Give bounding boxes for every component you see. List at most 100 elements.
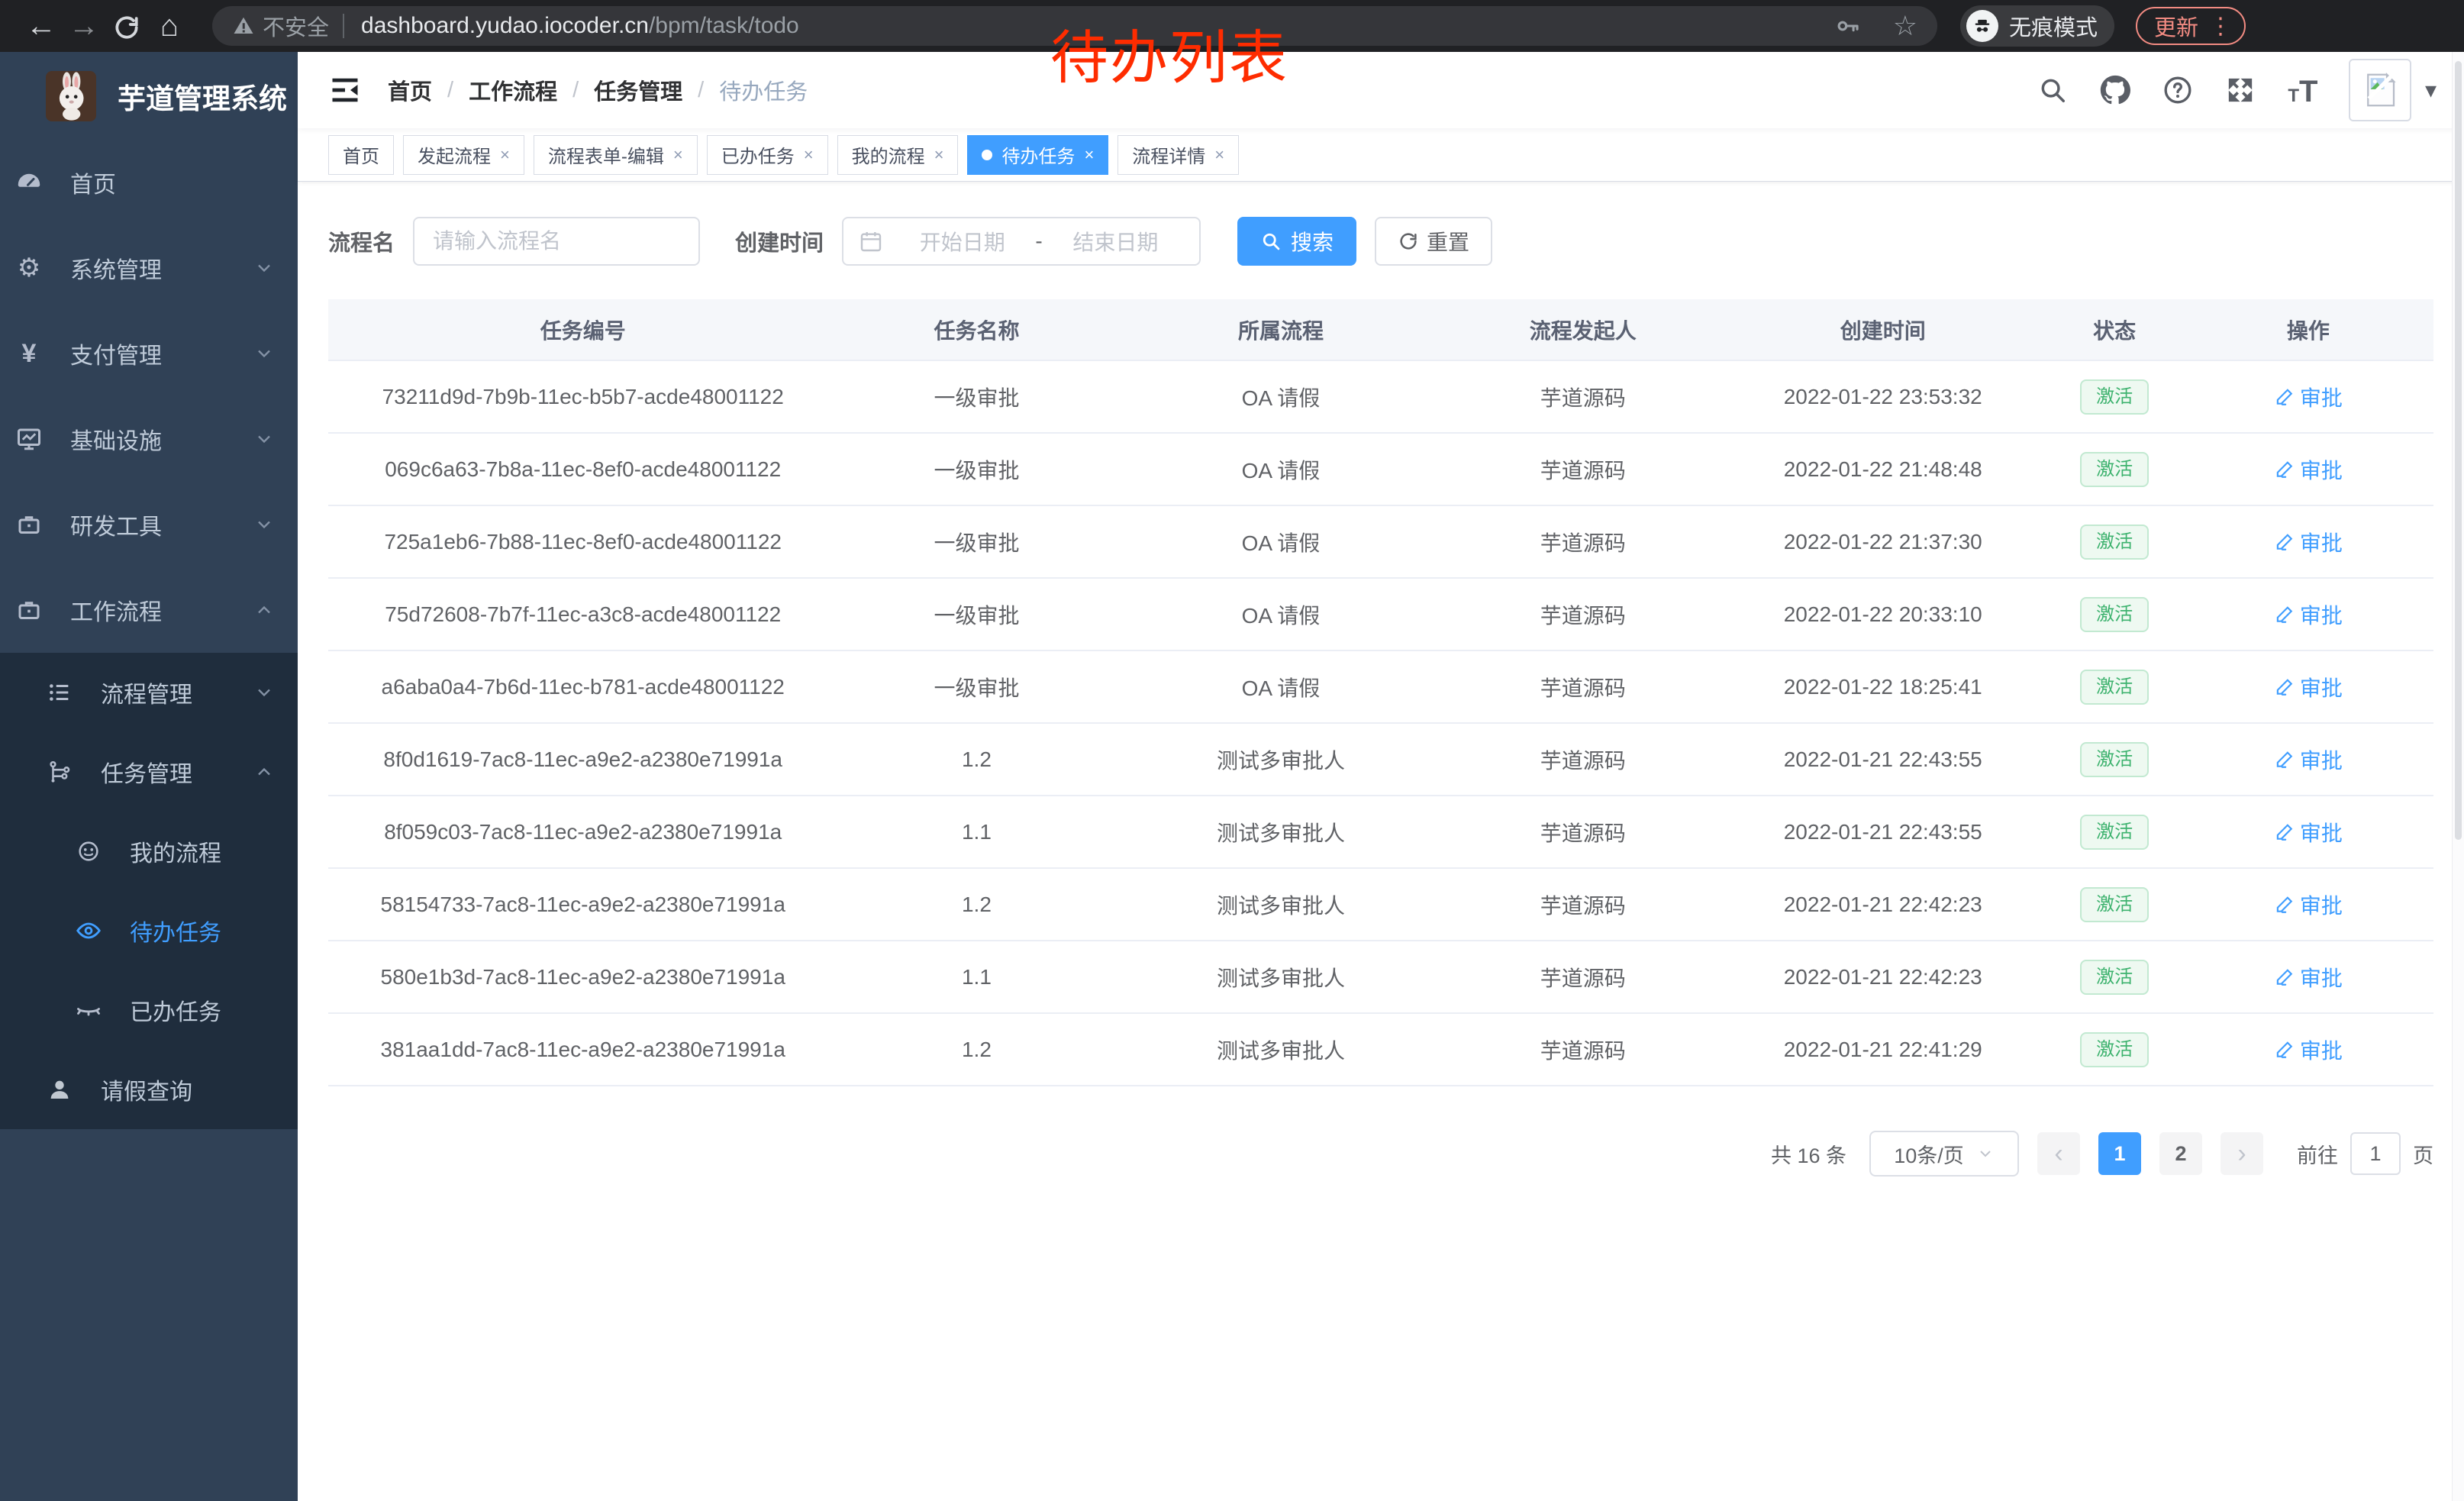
update-button[interactable]: 更新 ⋮ [2136, 7, 2246, 45]
breadcrumb-home[interactable]: 首页 [388, 74, 432, 106]
page-button-1[interactable]: 1 [2098, 1132, 2141, 1175]
cell-task-id: 58154733-7ac8-11ec-a9e2-a2380e71991a [328, 868, 837, 941]
avatar[interactable] [2349, 59, 2411, 121]
process-name-input[interactable] [413, 217, 700, 266]
page-content: 流程名 创建时间 开始日期 - 结束日期 搜索 重置 [298, 182, 2464, 1177]
cell-status: 激活 [2046, 1013, 2182, 1086]
tab-process-detail[interactable]: 流程详情× [1118, 135, 1239, 175]
cell-process: 测试多审批人 [1115, 723, 1446, 796]
sidebar-item-done-tasks[interactable]: 已办任务 [0, 970, 298, 1050]
sidebar-item-my-process[interactable]: 我的流程 [0, 812, 298, 891]
approve-link[interactable]: 审批 [2274, 454, 2343, 485]
sidebar-item-workflow[interactable]: 工作流程 [0, 567, 298, 653]
reset-button[interactable]: 重置 [1375, 217, 1492, 266]
process-name-label: 流程名 [328, 225, 395, 257]
close-icon[interactable]: × [500, 147, 510, 163]
tab-todo-tasks[interactable]: 待办任务× [967, 135, 1108, 175]
start-date-placeholder[interactable]: 开始日期 [894, 226, 1030, 257]
help-icon[interactable] [2162, 75, 2193, 105]
search-button[interactable]: 搜索 [1237, 217, 1356, 266]
fullscreen-icon[interactable] [2225, 75, 2256, 105]
cell-starter: 芋道源码 [1446, 578, 1720, 650]
search-icon [1260, 231, 1282, 252]
approve-link[interactable]: 审批 [2274, 889, 2343, 920]
bookmark-star-icon[interactable]: ☆ [1893, 10, 1917, 42]
close-icon[interactable]: × [1214, 147, 1224, 163]
key-icon[interactable] [1835, 13, 1861, 39]
cell-process: 测试多审批人 [1115, 941, 1446, 1013]
approve-link[interactable]: 审批 [2274, 382, 2343, 412]
yen-icon: ¥ [15, 340, 43, 367]
chevron-down-icon [253, 343, 275, 364]
forward-icon[interactable]: → [63, 9, 105, 44]
prev-page-button[interactable]: ‹ [2037, 1132, 2080, 1175]
page-size-select[interactable]: 10条/页 [1869, 1131, 2019, 1177]
cell-task-name: 一级审批 [837, 505, 1115, 578]
home-icon[interactable]: ⌂ [148, 9, 191, 44]
date-range-picker[interactable]: 开始日期 - 结束日期 [842, 217, 1201, 266]
next-page-button[interactable]: › [2221, 1132, 2263, 1175]
broken-image-icon [2359, 69, 2401, 111]
sidebar-item-system[interactable]: ⚙ 系统管理 [0, 225, 298, 311]
back-icon[interactable]: ← [20, 9, 63, 44]
reload-icon[interactable] [105, 10, 148, 42]
table-row: 725a1eb6-7b88-11ec-8ef0-acde48001122 一级审… [328, 505, 2433, 578]
approve-link[interactable]: 审批 [2274, 1035, 2343, 1065]
incognito-icon [1966, 10, 1998, 42]
avatar-caret-icon[interactable]: ▾ [2425, 77, 2437, 104]
approve-link[interactable]: 审批 [2274, 744, 2343, 775]
sidebar-item-devtools[interactable]: 研发工具 [0, 482, 298, 567]
tab-home[interactable]: 首页 [328, 135, 394, 175]
page-button-2[interactable]: 2 [2159, 1132, 2202, 1175]
chevron-down-icon [1976, 1144, 1995, 1163]
tab-done-tasks[interactable]: 已办任务× [707, 135, 828, 175]
breadcrumb-workflow[interactable]: 工作流程 [469, 74, 557, 106]
close-icon[interactable]: × [1084, 147, 1094, 163]
sidebar-item-infra[interactable]: 基础设施 [0, 396, 298, 482]
page-scrollbar[interactable] [2452, 52, 2464, 1501]
cell-create-time: 2022-01-22 18:25:41 [1720, 650, 2046, 723]
goto-page-input[interactable] [2350, 1132, 2401, 1175]
close-icon[interactable]: × [804, 147, 814, 163]
tab-my-process[interactable]: 我的流程× [837, 135, 959, 175]
tab-start-process[interactable]: 发起流程× [403, 135, 524, 175]
end-date-placeholder[interactable]: 结束日期 [1047, 226, 1184, 257]
approve-link[interactable]: 审批 [2274, 599, 2343, 630]
close-icon[interactable]: × [934, 147, 944, 163]
filter-form: 流程名 创建时间 开始日期 - 结束日期 搜索 重置 [328, 217, 2433, 266]
cell-task-name: 1.2 [837, 1013, 1115, 1086]
approve-link[interactable]: 审批 [2274, 817, 2343, 847]
col-actions: 操作 [2183, 299, 2433, 360]
url-path: /bpm/task/todo [649, 13, 799, 39]
approve-link[interactable]: 审批 [2274, 962, 2343, 993]
sidebar-collapse-icon[interactable] [328, 73, 362, 107]
cell-create-time: 2022-01-22 21:48:48 [1720, 433, 2046, 505]
table-row: 75d72608-7b7f-11ec-a3c8-acde48001122 一级审… [328, 578, 2433, 650]
app-title: 芋道管理系统 [118, 76, 287, 117]
table-row: 8f059c03-7ac8-11ec-a9e2-a2380e71991a 1.1… [328, 796, 2433, 868]
pen-icon [2274, 967, 2294, 987]
close-icon[interactable]: × [673, 147, 683, 163]
list-icon [46, 679, 73, 706]
approve-link[interactable]: 审批 [2274, 527, 2343, 557]
tab-form-edit[interactable]: 流程表单-编辑× [534, 135, 698, 175]
cell-create-time: 2022-01-21 22:43:55 [1720, 723, 2046, 796]
sidebar-item-home[interactable]: 首页 [0, 140, 298, 225]
scrollbar-thumb[interactable] [2455, 61, 2462, 840]
cell-status: 激活 [2046, 723, 2182, 796]
sidebar-item-leave-query[interactable]: 请假查询 [0, 1050, 298, 1129]
github-icon[interactable] [2100, 75, 2130, 105]
sidebar-item-todo-tasks[interactable]: 待办任务 [0, 891, 298, 970]
cell-task-name: 一级审批 [837, 578, 1115, 650]
logo-row[interactable]: 芋道管理系统 [0, 52, 298, 140]
breadcrumb-task-mgmt[interactable]: 任务管理 [594, 74, 682, 106]
search-icon[interactable] [2037, 75, 2068, 105]
browser-menu-icon[interactable]: ⋮ [2209, 13, 2232, 40]
sidebar-item-pay[interactable]: ¥ 支付管理 [0, 311, 298, 396]
approve-link[interactable]: 审批 [2274, 672, 2343, 702]
font-size-icon[interactable]: TT [2288, 75, 2318, 105]
sidebar-item-process-mgmt[interactable]: 流程管理 [0, 653, 298, 732]
sidebar-item-task-mgmt[interactable]: 任务管理 [0, 732, 298, 812]
gear-icon: ⚙ [15, 254, 43, 282]
status-badge: 激活 [2080, 960, 2149, 995]
